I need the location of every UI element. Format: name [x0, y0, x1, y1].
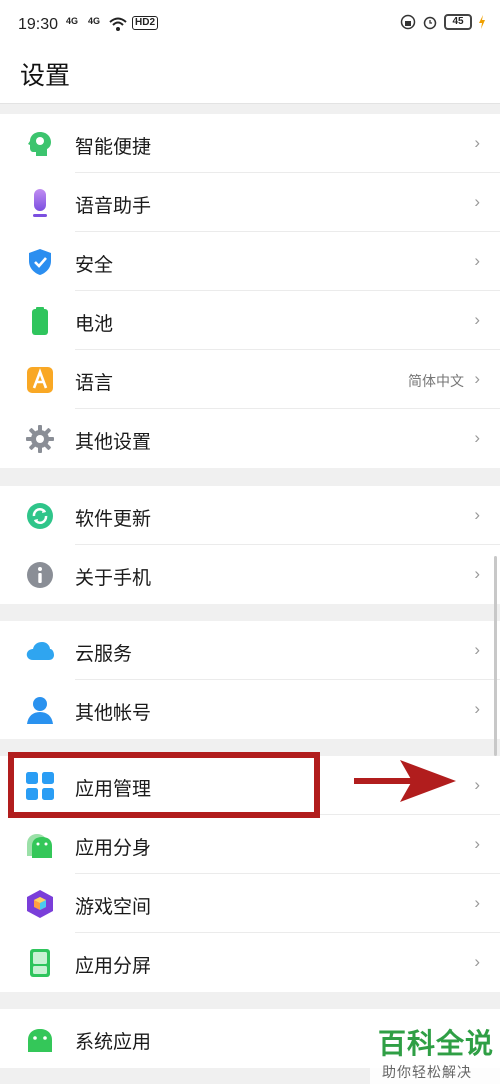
gear-icon [26, 425, 54, 453]
settings-item-battery[interactable]: 电池 › [0, 291, 500, 350]
annotation-highlight-box [8, 752, 320, 818]
settings-item-label: 关于手机 [75, 568, 152, 589]
microphone-icon [33, 189, 47, 217]
lock-rotation-icon [400, 14, 416, 30]
chevron-right-icon: › [474, 428, 480, 447]
alarm-icon [423, 16, 437, 30]
chevron-right-icon: › [474, 699, 480, 718]
info-icon [27, 562, 53, 588]
watermark-logo: 百科全说 助你轻松解决 [370, 1022, 500, 1084]
settings-item-label: 游戏空间 [75, 897, 152, 918]
header-divider [0, 103, 500, 104]
person-icon [27, 697, 53, 724]
header: 设置 [0, 52, 500, 104]
settings-item-label: 其他帐号 [75, 703, 152, 724]
language-value: 简体中文 [408, 373, 464, 389]
shield-icon [29, 249, 51, 275]
battery-icon [32, 307, 48, 335]
settings-item-other-settings[interactable]: 其他设置 › [0, 409, 500, 468]
chevron-right-icon: › [474, 640, 480, 659]
signal-4g-icon: 4G [66, 16, 79, 26]
settings-item-cloud[interactable]: 云服务 › [0, 621, 500, 680]
settings-item-label: 应用分身 [75, 838, 152, 859]
signal-4g-icon-2: 4G [88, 16, 101, 26]
status-time: 19:30 [18, 16, 59, 33]
settings-item-security[interactable]: 安全 › [0, 232, 500, 291]
chevron-right-icon: › [474, 775, 480, 794]
settings-item-label: 应用分屏 [75, 956, 152, 977]
settings-item-label: 语言 [75, 373, 114, 394]
page-title: 设置 [20, 62, 71, 90]
battery-level: 45 [444, 14, 472, 30]
settings-item-app-clone[interactable]: 应用分身 › [0, 815, 500, 874]
cloud-icon [26, 642, 54, 660]
android-clone-icon [27, 834, 52, 858]
chevron-right-icon: › [474, 310, 480, 329]
chevron-right-icon: › [474, 251, 480, 270]
chevron-right-icon: › [474, 893, 480, 912]
charging-icon [479, 15, 485, 29]
wifi-icon [109, 17, 127, 31]
settings-item-software-update[interactable]: 软件更新 › [0, 486, 500, 545]
settings-section-system: 软件更新 › 关于手机 › [0, 486, 500, 604]
settings-item-label: 语音助手 [75, 196, 152, 217]
settings-item-label: 智能便捷 [75, 137, 152, 158]
settings-item-label: 电池 [75, 314, 114, 335]
chevron-right-icon: › [474, 133, 480, 152]
settings-item-label: 安全 [75, 255, 114, 276]
hd-icon: HD2 [132, 16, 159, 30]
smart-head-icon [28, 132, 51, 156]
chevron-right-icon: › [474, 834, 480, 853]
chevron-right-icon: › [474, 505, 480, 524]
settings-item-other-accounts[interactable]: 其他帐号 › [0, 680, 500, 739]
chevron-right-icon: › [474, 369, 480, 388]
status-bar: 19:30 4G 4G HD2 45 [0, 0, 500, 52]
settings-section-general: 智能便捷 › 语音助手 › 安全 › 电池 › 语言 简体中文 › 其他设置 › [0, 114, 500, 468]
settings-item-label: 其他设置 [75, 432, 152, 453]
watermark-subtitle: 助你轻松解决 [382, 1064, 472, 1080]
settings-item-about-phone[interactable]: 关于手机 › [0, 545, 500, 604]
settings-item-game-space[interactable]: 游戏空间 › [0, 874, 500, 933]
update-icon [27, 503, 53, 529]
settings-section-accounts: 云服务 › 其他帐号 › [0, 621, 500, 739]
game-cube-icon [27, 890, 53, 918]
settings-item-smart[interactable]: 智能便捷 › [0, 114, 500, 173]
android-icon [28, 1029, 52, 1052]
chevron-right-icon: › [474, 952, 480, 971]
annotation-arrow-icon [354, 760, 456, 802]
settings-item-label: 软件更新 [75, 509, 152, 530]
settings-item-label: 云服务 [75, 644, 133, 665]
split-screen-icon [30, 949, 50, 977]
chevron-right-icon: › [474, 192, 480, 211]
settings-item-language[interactable]: 语言 简体中文 › [0, 350, 500, 409]
scrollbar[interactable] [494, 556, 497, 756]
settings-item-voice-assistant[interactable]: 语音助手 › [0, 173, 500, 232]
language-icon [27, 367, 53, 393]
chevron-right-icon: › [474, 564, 480, 583]
settings-item-label: 系统应用 [75, 1032, 152, 1053]
watermark-title: 百科全说 [378, 1028, 495, 1059]
settings-item-split-screen[interactable]: 应用分屏 › [0, 933, 500, 992]
